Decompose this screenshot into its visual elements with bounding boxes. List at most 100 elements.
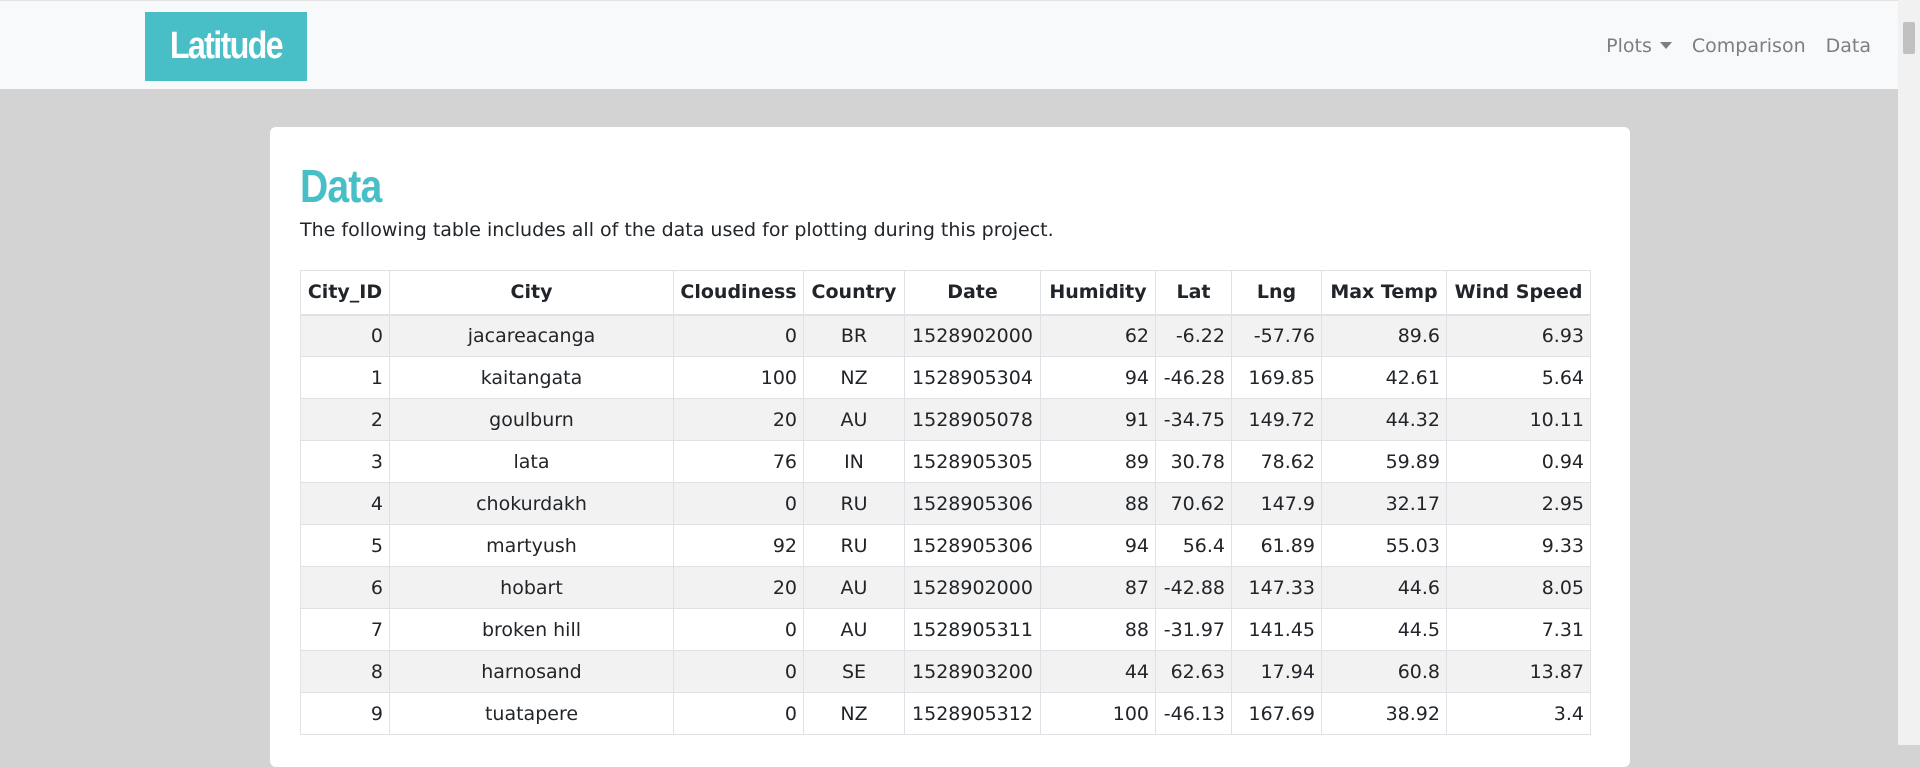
content-card: Data The following table includes all of… xyxy=(270,127,1630,767)
cell-max-temp: 44.6 xyxy=(1321,566,1447,609)
cell-lat: -6.22 xyxy=(1155,314,1232,357)
cell-city-id: 8 xyxy=(300,650,390,693)
cell-cloudiness: 20 xyxy=(673,398,804,441)
cell-country: RU xyxy=(803,482,905,525)
table-row: 7 broken hill 0 AU 1528905311 88 -31.97 … xyxy=(300,608,1591,651)
cell-humidity: 44 xyxy=(1040,650,1156,693)
cell-country: SE xyxy=(803,650,905,693)
page-title: Data xyxy=(300,159,396,213)
cell-lat: -42.88 xyxy=(1155,566,1232,609)
cell-wind-speed: 6.93 xyxy=(1446,314,1591,357)
cell-lng: 17.94 xyxy=(1231,650,1322,693)
cell-cloudiness: 0 xyxy=(673,692,804,735)
cell-lng: 147.9 xyxy=(1231,482,1322,525)
page-title-text: Data xyxy=(300,160,382,212)
caret-down-icon xyxy=(1659,42,1672,49)
cell-lng: -57.76 xyxy=(1231,314,1322,357)
cell-city-id: 6 xyxy=(300,566,390,609)
table-row: 4 chokurdakh 0 RU 1528905306 88 70.62 14… xyxy=(300,482,1591,525)
cell-country: NZ xyxy=(803,692,905,735)
nav-plots-dropdown[interactable]: Plots xyxy=(1606,35,1672,57)
cell-lat: -46.28 xyxy=(1155,356,1232,399)
header-cloudiness[interactable]: Cloudiness xyxy=(673,270,804,316)
cell-max-temp: 60.8 xyxy=(1321,650,1447,693)
cell-lat: -31.97 xyxy=(1155,608,1232,651)
cell-lng: 149.72 xyxy=(1231,398,1322,441)
cell-date: 1528905312 xyxy=(904,692,1041,735)
table-row: 2 goulburn 20 AU 1528905078 91 -34.75 14… xyxy=(300,398,1591,441)
cell-city-id: 1 xyxy=(300,356,390,399)
cell-cloudiness: 0 xyxy=(673,314,804,357)
scrollbar[interactable] xyxy=(1898,0,1920,745)
cell-date: 1528905078 xyxy=(904,398,1041,441)
cell-humidity: 100 xyxy=(1040,692,1156,735)
cell-wind-speed: 5.64 xyxy=(1446,356,1591,399)
nav-comparison-link[interactable]: Comparison xyxy=(1692,35,1806,57)
header-city[interactable]: City xyxy=(389,270,674,316)
header-country[interactable]: Country xyxy=(803,270,905,316)
cell-country: AU xyxy=(803,398,905,441)
cell-city: lata xyxy=(389,440,674,483)
cell-city: goulburn xyxy=(389,398,674,441)
header-city-id[interactable]: City_ID xyxy=(300,270,390,316)
cell-humidity: 91 xyxy=(1040,398,1156,441)
cell-lng: 167.69 xyxy=(1231,692,1322,735)
cell-wind-speed: 3.4 xyxy=(1446,692,1591,735)
cell-max-temp: 38.92 xyxy=(1321,692,1447,735)
cell-lat: -46.13 xyxy=(1155,692,1232,735)
cell-cloudiness: 100 xyxy=(673,356,804,399)
cell-wind-speed: 13.87 xyxy=(1446,650,1591,693)
cell-city-id: 7 xyxy=(300,608,390,651)
header-wind-speed[interactable]: Wind Speed xyxy=(1446,270,1591,316)
cell-city-id: 5 xyxy=(300,524,390,567)
cell-lat: 30.78 xyxy=(1155,440,1232,483)
cell-humidity: 87 xyxy=(1040,566,1156,609)
cell-wind-speed: 2.95 xyxy=(1446,482,1591,525)
cell-cloudiness: 92 xyxy=(673,524,804,567)
cell-date: 1528905306 xyxy=(904,524,1041,567)
table-row: 8 harnosand 0 SE 1528903200 44 62.63 17.… xyxy=(300,650,1591,693)
cell-wind-speed: 9.33 xyxy=(1446,524,1591,567)
cell-lat: -34.75 xyxy=(1155,398,1232,441)
cell-humidity: 88 xyxy=(1040,608,1156,651)
cell-date: 1528902000 xyxy=(904,314,1041,357)
header-max-temp[interactable]: Max Temp xyxy=(1321,270,1447,316)
cell-wind-speed: 10.11 xyxy=(1446,398,1591,441)
cell-date: 1528905305 xyxy=(904,440,1041,483)
nav-data-link[interactable]: Data xyxy=(1826,35,1871,57)
cell-humidity: 89 xyxy=(1040,440,1156,483)
table-header-row: City_ID City Cloudiness Country Date Hum… xyxy=(300,270,1591,316)
header-humidity[interactable]: Humidity xyxy=(1040,270,1156,316)
cell-city-id: 0 xyxy=(300,314,390,357)
cell-city-id: 9 xyxy=(300,692,390,735)
cell-wind-speed: 0.94 xyxy=(1446,440,1591,483)
cell-max-temp: 89.6 xyxy=(1321,314,1447,357)
cell-max-temp: 32.17 xyxy=(1321,482,1447,525)
header-date[interactable]: Date xyxy=(904,270,1041,316)
cell-lat: 56.4 xyxy=(1155,524,1232,567)
scrollbar-thumb[interactable] xyxy=(1903,22,1915,54)
cell-max-temp: 44.5 xyxy=(1321,608,1447,651)
cell-country: RU xyxy=(803,524,905,567)
table-row: 9 tuatapere 0 NZ 1528905312 100 -46.13 1… xyxy=(300,692,1591,735)
cell-date: 1528905306 xyxy=(904,482,1041,525)
cell-country: AU xyxy=(803,608,905,651)
cell-city: martyush xyxy=(389,524,674,567)
header-lng[interactable]: Lng xyxy=(1231,270,1322,316)
cell-city: jacareacanga xyxy=(389,314,674,357)
cell-lng: 141.45 xyxy=(1231,608,1322,651)
cell-lng: 169.85 xyxy=(1231,356,1322,399)
cell-lng: 61.89 xyxy=(1231,524,1322,567)
cell-max-temp: 42.61 xyxy=(1321,356,1447,399)
cell-cloudiness: 0 xyxy=(673,482,804,525)
cell-city: tuatapere xyxy=(389,692,674,735)
brand-logo[interactable]: Latitude xyxy=(145,12,307,81)
table-row: 1 kaitangata 100 NZ 1528905304 94 -46.28… xyxy=(300,356,1591,399)
cell-country: AU xyxy=(803,566,905,609)
cell-city: harnosand xyxy=(389,650,674,693)
cell-cloudiness: 0 xyxy=(673,650,804,693)
cell-humidity: 88 xyxy=(1040,482,1156,525)
header-lat[interactable]: Lat xyxy=(1155,270,1232,316)
cell-lng: 78.62 xyxy=(1231,440,1322,483)
cell-city: chokurdakh xyxy=(389,482,674,525)
